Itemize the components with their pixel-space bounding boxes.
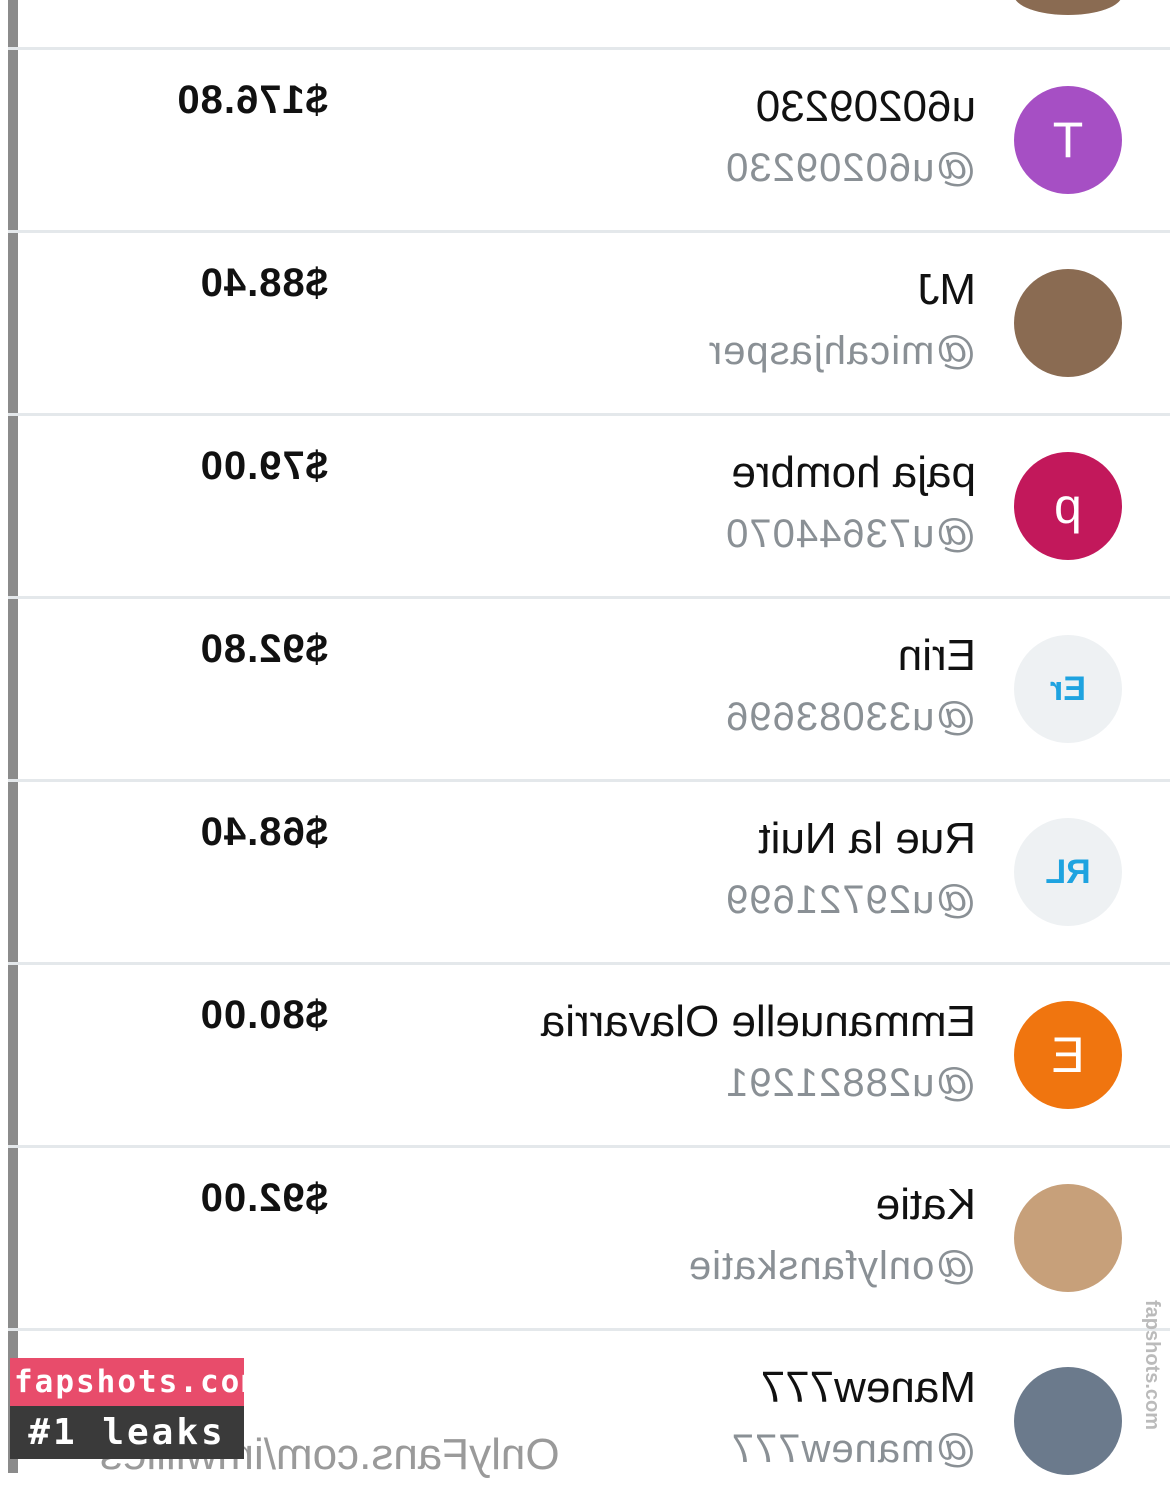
avatar [1014, 269, 1122, 377]
user-name: Manew777 [760, 1363, 976, 1412]
list-item[interactable]: E Emmanuelle Olavarria @u28821291 $80.00 [8, 963, 1170, 1148]
list-item[interactable]: RL Rue la Nuit @u29721699 $68.40 [8, 780, 1170, 965]
amount: $68.40 [199, 810, 328, 854]
watermark-badge: fapshots.com #1 leaks [10, 1358, 260, 1459]
amount: $88.40 [199, 261, 328, 305]
user-name: u60209230 [755, 82, 976, 131]
list-item[interactable]: Er Erin @u33083696 $92.80 [8, 597, 1170, 782]
avatar-letter: RL [1045, 852, 1091, 891]
avatar: Er [1014, 635, 1122, 743]
avatar: T [1014, 86, 1122, 194]
avatar: E [1014, 1001, 1122, 1109]
user-handle: @onlyfanskatie [687, 1244, 976, 1288]
user-name: Katie [875, 1180, 976, 1229]
amount: $92.80 [199, 627, 328, 671]
user-name: Erin [897, 631, 976, 680]
user-handle: @micahjasper [707, 329, 976, 373]
user-name: MJ [917, 265, 976, 314]
avatar [1014, 0, 1122, 15]
avatar [1014, 1184, 1122, 1292]
user-handle: @u60209230 [725, 146, 976, 190]
avatar-letter: T [1052, 112, 1084, 168]
avatar-letter: E [1051, 1027, 1085, 1083]
amount: $79.00 [199, 444, 328, 488]
amount: $80.00 [199, 993, 328, 1037]
watermark-tagline: #1 leaks [10, 1406, 244, 1459]
watermark-side-text: fapshots.com [1141, 1300, 1163, 1431]
avatar [1014, 1367, 1122, 1475]
watermark-site: fapshots.com [10, 1358, 260, 1406]
user-name: paja hombre [731, 448, 976, 497]
user-handle: @u33083696 [725, 695, 976, 739]
user-name: Emmanuelle Olavarria [540, 997, 976, 1046]
amount: $176.80 [176, 78, 328, 122]
avatar-letter: Er [1050, 669, 1086, 708]
avatar-letter: p [1054, 478, 1082, 534]
user-handle: @u73644070 [725, 512, 976, 556]
user-handle: @u28821291 [725, 1061, 976, 1105]
avatar: RL [1014, 818, 1122, 926]
list-item-partial[interactable] [8, 0, 1170, 50]
user-handle: @manew777 [730, 1427, 976, 1471]
list-item[interactable]: Katie @onlyfanskatie $92.00 [8, 1146, 1170, 1331]
amount: $92.00 [199, 1176, 328, 1220]
mirrored-list-container: T u60209230 @u60209230 $176.80 MJ @micah… [0, 0, 1170, 1475]
user-handle: @u29721699 [725, 878, 976, 922]
avatar: p [1014, 452, 1122, 560]
list-item[interactable]: T u60209230 @u60209230 $176.80 [8, 48, 1170, 233]
list-item[interactable]: MJ @micahjasper $88.40 [8, 231, 1170, 416]
user-name: Rue la Nuit [758, 814, 976, 863]
list-item[interactable]: p paja hombre @u73644070 $79.00 [8, 414, 1170, 599]
